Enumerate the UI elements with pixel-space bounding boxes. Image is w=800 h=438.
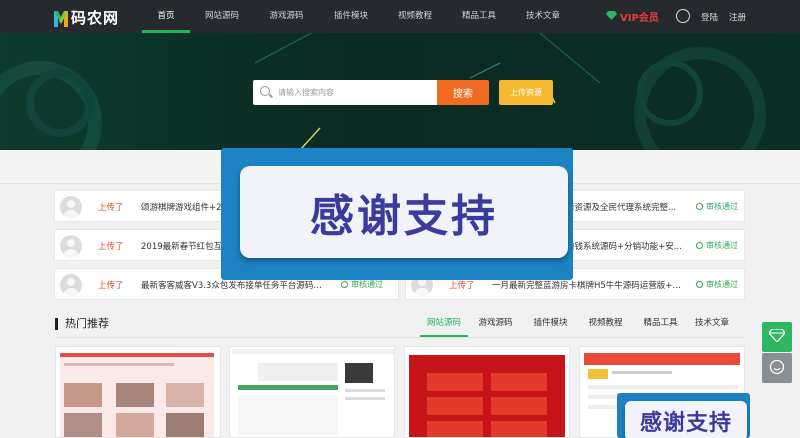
vip-label: VIP会员 (620, 13, 659, 24)
activity-title[interactable]: 一月最新完整蓝游房卡棋牌H5牛牛源码运营版+视... (492, 279, 684, 291)
thanks-sticker-panel: 感谢支持 (625, 401, 747, 438)
product-card[interactable] (229, 346, 395, 438)
vip-diamond-icon (606, 10, 617, 23)
upload-resource-button[interactable]: 上传资源 (499, 80, 553, 105)
clock-icon (341, 281, 348, 288)
menu-item-game-source[interactable]: 游戏源码 (254, 0, 319, 33)
search-icon (260, 86, 270, 96)
card-thumbnail (232, 349, 394, 437)
top-nav: 码农网 首页 网站源码 游戏源码 插件模块 视频教程 精品工具 技术文章 VIP… (0, 0, 800, 33)
vip-link[interactable]: VIP会员 (606, 9, 659, 24)
thanks-sticker: 感谢支持 (221, 148, 573, 280)
hot-tab-website-source[interactable]: 网站源码 (420, 315, 468, 337)
hot-tab-videos[interactable]: 视频教程 (578, 315, 633, 337)
hot-tabs: 网站源码 游戏源码 插件模块 视频教程 精品工具 技术文章 (420, 315, 736, 337)
thanks-text: 感谢支持 (310, 191, 498, 242)
avatar (60, 235, 82, 257)
hot-tab-plugins[interactable]: 插件模块 (523, 315, 578, 337)
user-icon[interactable] (676, 9, 690, 23)
clock-icon (696, 203, 703, 210)
thanks-sticker-small: 感谢支持 (617, 393, 750, 438)
diamond-icon (768, 328, 786, 345)
avatar (60, 274, 82, 296)
hot-tab-game-source[interactable]: 游戏源码 (468, 315, 523, 337)
hot-tab-tools[interactable]: 精品工具 (633, 315, 688, 337)
activity-status: 审核通过 (696, 201, 738, 212)
hot-tab-articles[interactable]: 技术文章 (688, 315, 736, 337)
menu-item-website-source[interactable]: 网站源码 (190, 0, 254, 33)
search-box (253, 80, 437, 105)
uploaded-label: 上传了 (98, 203, 124, 213)
thanks-sticker-panel: 感谢支持 (240, 166, 568, 258)
uploaded-label: 上传了 (98, 242, 124, 252)
activity-status: 审核通过 (696, 279, 738, 290)
menu-item-tools[interactable]: 精品工具 (447, 0, 511, 33)
clock-icon (696, 281, 703, 288)
menu-item-articles[interactable]: 技术文章 (511, 0, 575, 33)
search-input[interactable] (278, 80, 433, 105)
activity-title[interactable]: 赚钱系统源码+分销功能+安... (566, 240, 694, 252)
avatar (60, 196, 82, 218)
logo-text: 码农网 (71, 9, 120, 27)
login-link[interactable]: 登陆 (701, 11, 718, 23)
divider (55, 337, 745, 338)
activity-title[interactable]: 新资源及全民代理系统完整... (566, 201, 694, 213)
card-thumbnail (409, 355, 565, 437)
menu-item-plugins[interactable]: 插件模块 (319, 0, 383, 33)
logo-mark-icon (54, 9, 68, 27)
logo[interactable]: 码农网 (54, 7, 119, 28)
clock-icon (696, 242, 703, 249)
product-card[interactable] (55, 346, 221, 438)
activity-status: 审核通过 (341, 279, 383, 290)
product-card[interactable] (404, 346, 570, 438)
register-link[interactable]: 注册 (729, 11, 746, 23)
hot-section-title: 热门推荐 (55, 318, 109, 330)
chat-float-button[interactable] (762, 353, 792, 383)
search-button[interactable]: 搜索 (437, 80, 489, 105)
vip-float-button[interactable] (762, 322, 792, 352)
menu-item-video-tutorials[interactable]: 视频教程 (383, 0, 447, 33)
activity-status: 审核通过 (696, 240, 738, 251)
menu-item-home[interactable]: 首页 (142, 0, 190, 33)
card-thumbnail (60, 353, 214, 437)
activity-title[interactable]: 最新客客威客V3.3众包发布接单任务平台源码运营... (141, 279, 329, 291)
main-menu: 首页 网站源码 游戏源码 插件模块 视频教程 精品工具 技术文章 (142, 0, 575, 33)
uploaded-label: 上传了 (449, 281, 475, 291)
thanks-text: 感谢支持 (639, 410, 732, 436)
chat-icon (769, 359, 785, 378)
uploaded-label: 上传了 (98, 281, 124, 291)
